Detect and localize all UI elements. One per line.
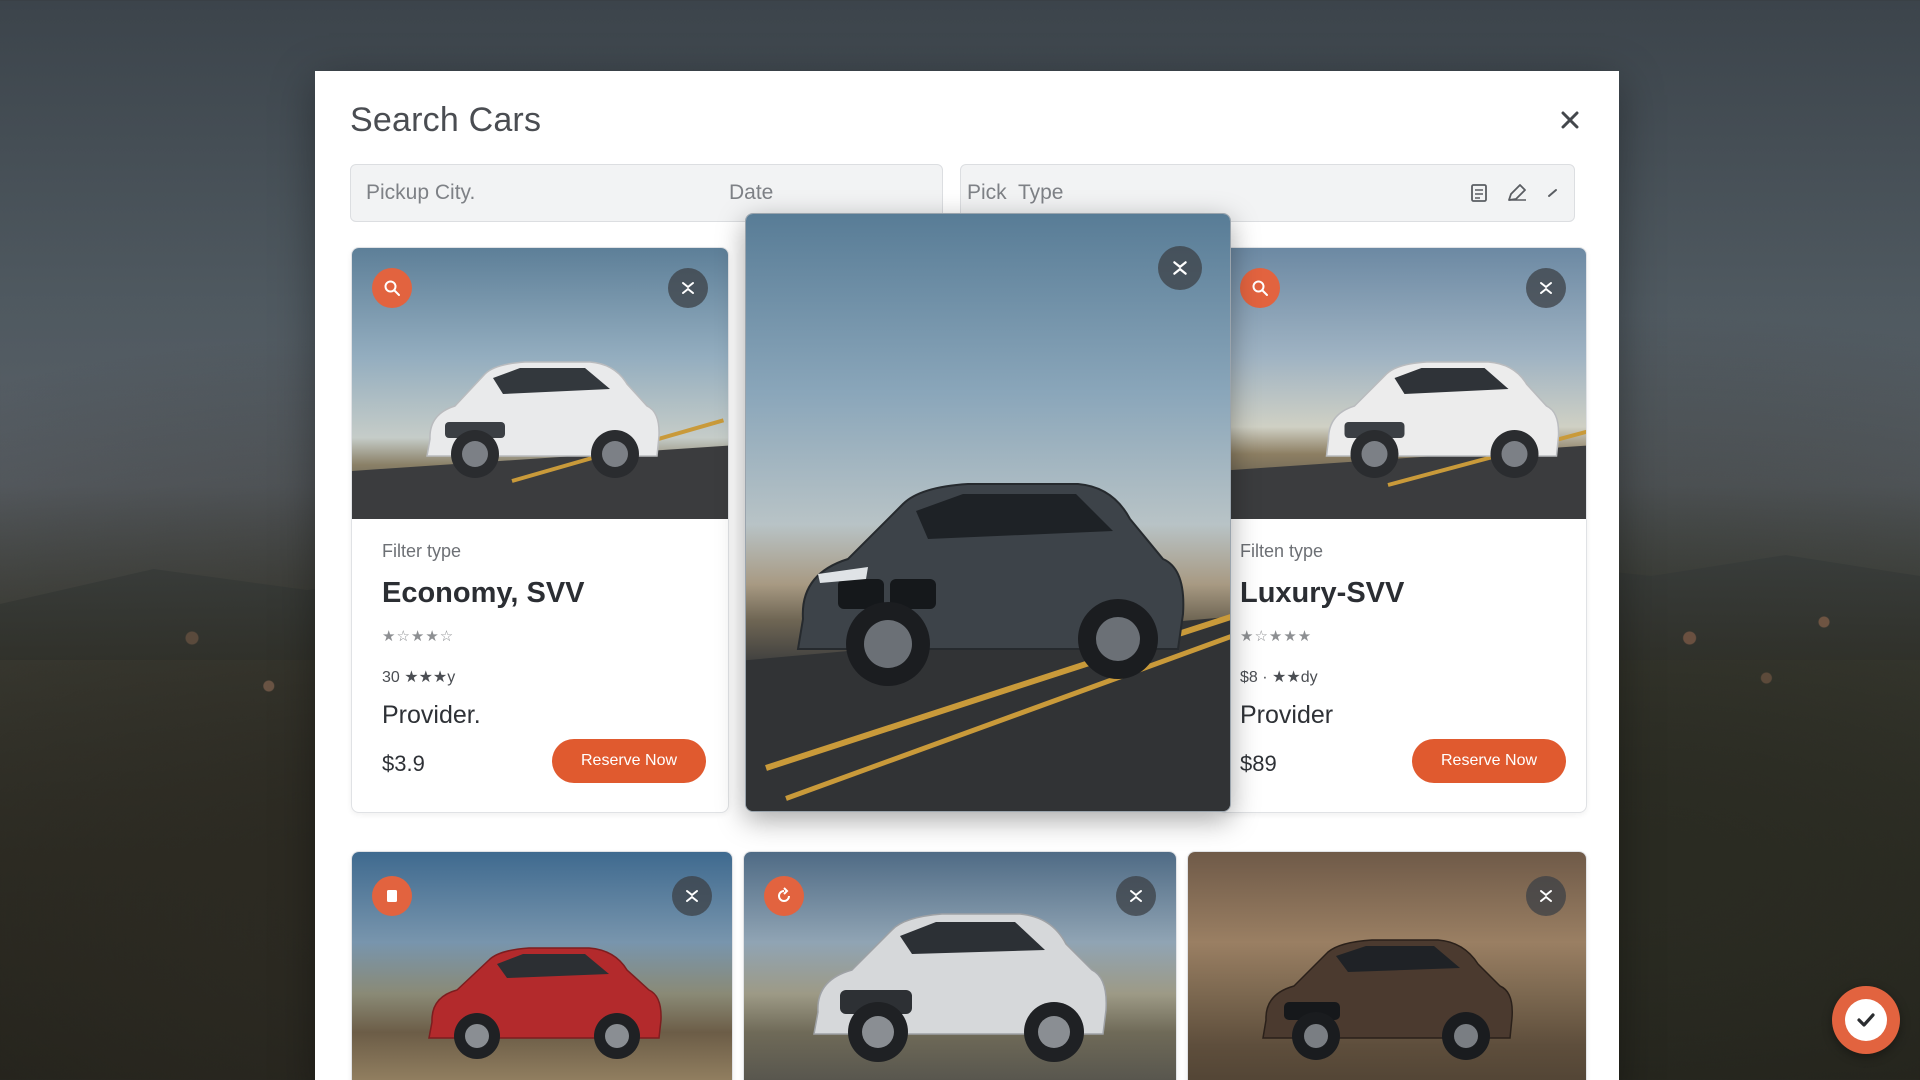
price: $3.9 [382, 751, 425, 776]
car-illustration [1325, 361, 1560, 478]
collapse-card-button[interactable] [672, 876, 712, 916]
car-class-title: Economy, SVV [382, 577, 585, 609]
collapse-chevrons-icon [682, 282, 694, 294]
document-icon[interactable] [1470, 183, 1488, 203]
pickup-city-input[interactable] [366, 165, 666, 221]
modal-title: Search Cars [350, 101, 542, 139]
provider-name: Provider [1240, 701, 1334, 729]
bookmark-icon [387, 890, 397, 902]
check-icon [1857, 1013, 1875, 1027]
search-icon [384, 280, 400, 296]
collapse-chevrons-icon [1173, 261, 1187, 275]
edit-icon[interactable] [1506, 183, 1528, 203]
close-button[interactable] [1555, 105, 1585, 135]
search-badge-button[interactable] [1240, 268, 1280, 308]
collapse-chevrons-icon [1130, 890, 1142, 902]
car-image [352, 248, 728, 519]
bookmark-badge-button[interactable] [372, 876, 412, 916]
car-card-luxury[interactable]: Filten type Luxury-SVV ★☆★★★ $8 · ★★dy P… [1217, 247, 1587, 813]
car-class-title: Luxury-SVV [1240, 577, 1405, 609]
car-card-silver[interactable] [743, 851, 1177, 1080]
rating-text: $8 · ★★dy [1240, 669, 1318, 686]
collapse-card-button[interactable] [1116, 876, 1156, 916]
filter-type-label: Filten type [1240, 541, 1324, 561]
car-illustration [428, 947, 662, 1059]
collapse-chevrons-icon [686, 890, 698, 902]
card-body: Filten type Luxury-SVV ★☆★★★ $8 · ★★dy P… [1218, 519, 1586, 812]
featured-car-illustration [796, 483, 1185, 686]
car-illustration [813, 913, 1107, 1062]
refresh-badge-button[interactable] [764, 876, 804, 916]
confirm-fab-button[interactable] [1832, 986, 1900, 1054]
search-cars-modal: Search Cars Pickup City. Date Pick Type … [315, 71, 1619, 1080]
reserve-now-button[interactable]: Reserve Now [1412, 739, 1566, 783]
car-image [1188, 852, 1586, 1080]
refresh-icon [778, 887, 790, 902]
fab-inner [1845, 999, 1887, 1041]
collapse-card-button[interactable] [1526, 876, 1566, 916]
reserve-now-button[interactable]: Reserve Now [552, 739, 706, 783]
car-illustration [1262, 939, 1513, 1060]
car-card-brown[interactable] [1187, 851, 1587, 1080]
star-rating: ★☆★★☆ [382, 628, 455, 645]
car-illustration [426, 361, 660, 478]
search-badge-button[interactable] [372, 268, 412, 308]
field-icon-group [1470, 165, 1560, 221]
car-image [744, 852, 1176, 1080]
card-body: Filter type Economy, SVV ★☆★★☆ 30 ★★★y P… [352, 519, 728, 812]
featured-car-image [746, 214, 1230, 811]
collapse-chevrons-icon [1540, 890, 1552, 902]
car-image [352, 852, 732, 1080]
car-image [1218, 248, 1586, 519]
star-rating: ★☆★★★ [1240, 628, 1313, 645]
price: $89 [1240, 751, 1277, 776]
rating-text: 30 ★★★y [382, 669, 456, 686]
provider-name: Provider. [382, 701, 481, 729]
close-icon [1561, 111, 1579, 129]
collapse-card-button[interactable] [1158, 246, 1202, 290]
search-icon [1252, 280, 1268, 296]
car-card-featured[interactable] [745, 213, 1231, 812]
car-card-red[interactable] [351, 851, 733, 1080]
filter-type-label: Filter type [382, 541, 462, 561]
car-card-economy[interactable]: Filter type Economy, SVV ★☆★★☆ 30 ★★★y P… [351, 247, 729, 813]
collapse-icon[interactable] [1546, 186, 1560, 200]
collapse-chevrons-icon [1540, 282, 1552, 294]
collapse-card-button[interactable] [668, 268, 708, 308]
collapse-card-button[interactable] [1526, 268, 1566, 308]
